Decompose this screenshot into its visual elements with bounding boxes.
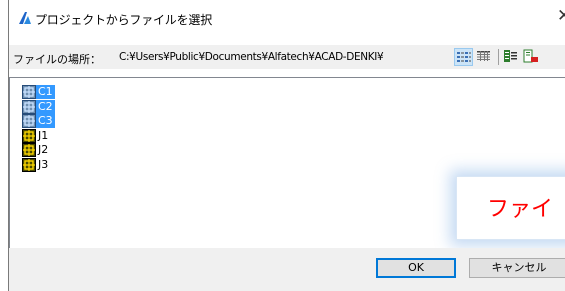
- file-name: J2: [38, 143, 49, 157]
- file-list-item[interactable]: J1: [22, 128, 50, 143]
- file-name: J3: [38, 158, 49, 171]
- app-logo-icon: [19, 12, 31, 24]
- file-list-item[interactable]: J3: [22, 158, 50, 172]
- location-label: ファイルの場所：: [13, 53, 101, 66]
- preview-button[interactable]: [522, 48, 541, 66]
- cancel-button[interactable]: キャンセル: [469, 258, 565, 278]
- drawing-file-icon: [22, 158, 36, 172]
- file-list-item[interactable]: C1: [22, 85, 55, 99]
- close-button[interactable]: ✕: [557, 6, 565, 26]
- file-list[interactable]: J3 J2 J1 C3 C2 C1 ファイ: [9, 77, 565, 248]
- file-list-item[interactable]: C3: [22, 114, 55, 129]
- file-list-item[interactable]: J2: [22, 143, 50, 158]
- details-view-button[interactable]: [475, 48, 494, 66]
- list-view-button[interactable]: [454, 48, 473, 66]
- list-view-icon: [457, 52, 471, 62]
- drawing-file-icon: [22, 143, 36, 158]
- preview-icon: [523, 49, 538, 63]
- drawing-file-icon: [22, 99, 36, 114]
- drawing-file-icon: [22, 114, 36, 129]
- file-name: C3: [36, 114, 55, 129]
- background-window: ファイ: [456, 176, 565, 240]
- drawing-file-icon: [22, 128, 36, 143]
- file-name: J1: [38, 128, 49, 142]
- toolbar-separator: [498, 49, 499, 65]
- details-view-icon: [477, 51, 490, 61]
- properties-icon: [504, 50, 517, 62]
- properties-button[interactable]: [502, 48, 521, 66]
- background-window-text: ファイ: [487, 197, 554, 222]
- dialog-footer: OK キャンセル: [9, 248, 565, 291]
- file-list-item[interactable]: C2: [22, 99, 55, 114]
- location-path[interactable]: C:¥Users¥Public¥Documents¥Alfatech¥ACAD-…: [119, 51, 384, 63]
- select-file-dialog: プロジェクトからファイルを選択 ✕ ファイルの場所： C:¥Users¥Publ…: [8, 0, 565, 291]
- ok-button[interactable]: OK: [376, 258, 456, 278]
- location-bar: ファイルの場所： C:¥Users¥Public¥Documents¥Alfat…: [9, 45, 565, 69]
- file-name: C1: [36, 85, 55, 99]
- drawing-file-icon: [22, 85, 36, 99]
- window-title: プロジェクトからファイルを選択: [35, 13, 213, 27]
- file-name: C2: [36, 99, 55, 114]
- title-bar: プロジェクトからファイルを選択 ✕: [9, 0, 565, 38]
